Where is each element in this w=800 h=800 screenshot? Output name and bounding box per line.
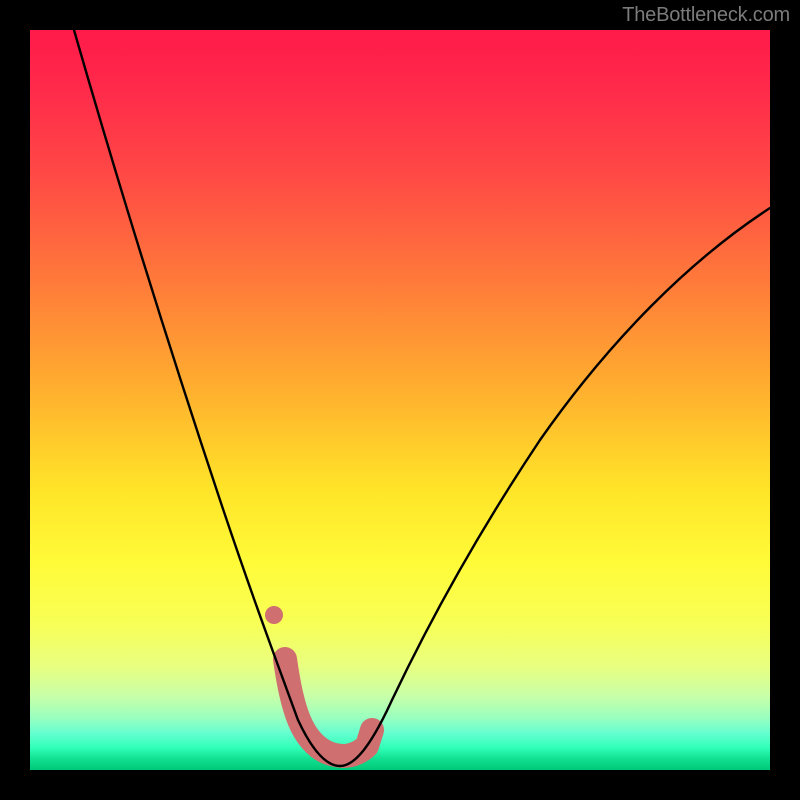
curve-svg xyxy=(30,30,770,770)
watermark-text: TheBottleneck.com xyxy=(622,4,790,27)
highlight-dot xyxy=(265,606,283,624)
plot-area xyxy=(30,30,770,770)
bottleneck-curve xyxy=(74,30,770,766)
highlight-band xyxy=(285,659,372,756)
chart-frame: TheBottleneck.com xyxy=(0,0,800,800)
